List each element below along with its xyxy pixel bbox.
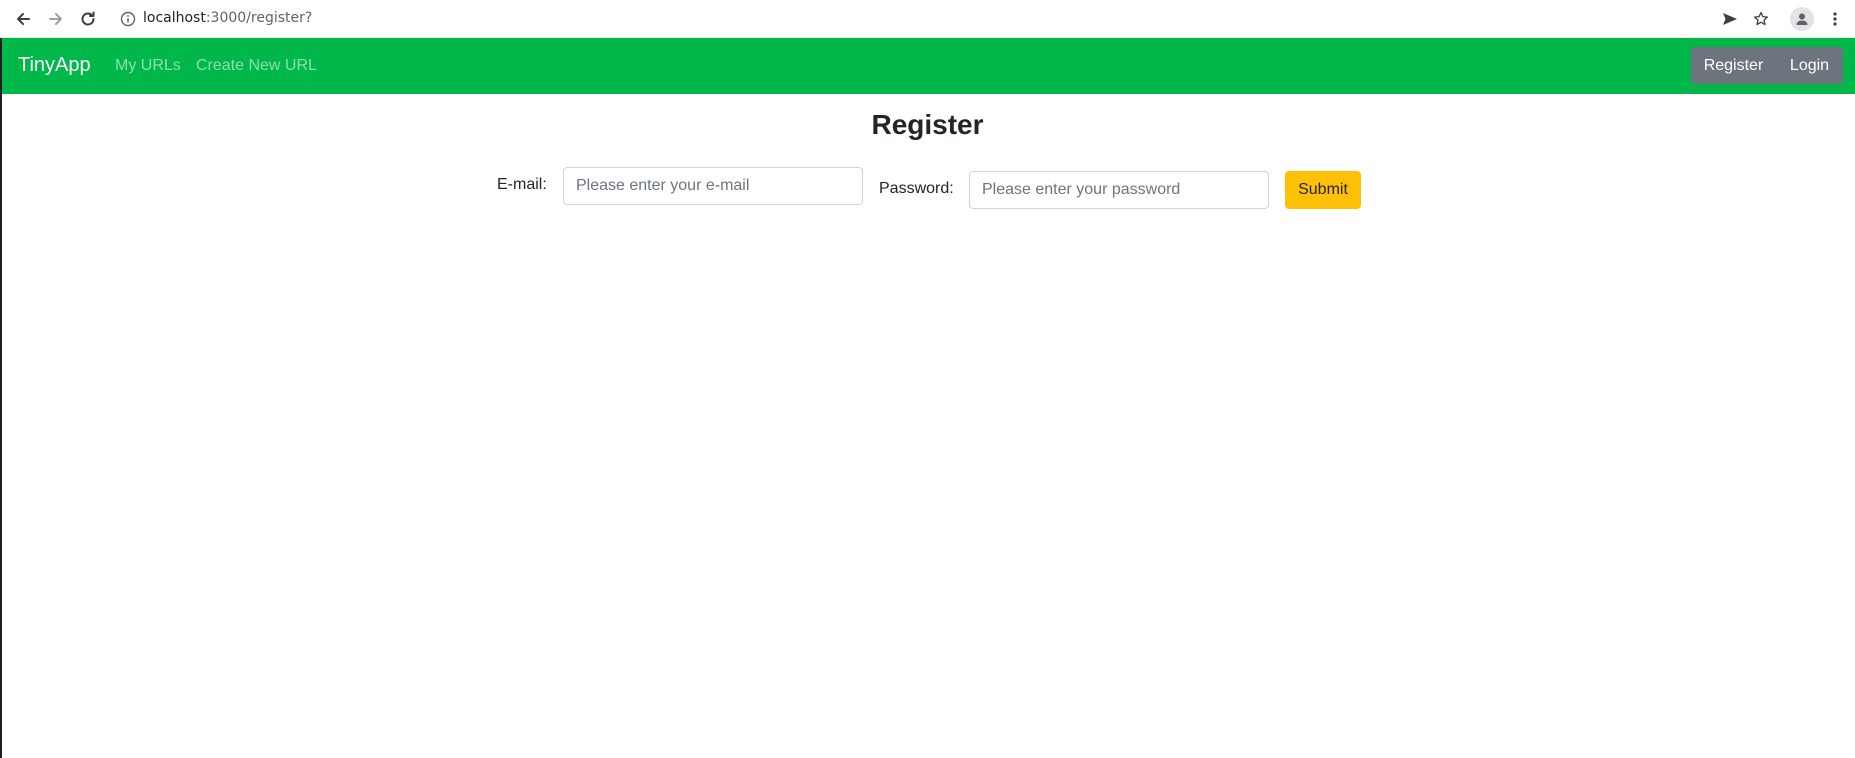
login-button[interactable]: Login [1776,47,1843,84]
forward-button[interactable] [44,7,68,31]
reload-button[interactable] [76,7,100,31]
bookmark-button[interactable] [1751,9,1771,29]
star-icon [1753,11,1769,26]
email-input[interactable] [563,167,863,205]
arrow-left-icon [17,13,30,25]
kebab-menu-icon [1833,12,1837,26]
url-path: :3000/register? [205,10,313,26]
arrow-right-icon [49,13,62,25]
submit-button[interactable]: Submit [1285,171,1361,209]
password-input[interactable] [969,171,1269,209]
profile-icon [1796,13,1808,25]
page-title: Register [871,109,984,140]
email-label: E-mail: [497,176,547,193]
url-host: localhost [143,10,206,26]
brand-link[interactable]: TinyApp [18,54,91,77]
browser-menu-button[interactable] [1823,7,1847,31]
profile-button[interactable] [1790,7,1814,31]
app-navbar: TinyApp My URLs Create New URL Register … [2,38,1855,94]
auth-button-group: Register Login [1691,47,1843,84]
reload-icon [81,11,95,26]
send-button[interactable] [1720,9,1740,29]
back-button[interactable] [11,7,35,31]
info-icon[interactable] [120,11,136,27]
nav-link-create-new-url[interactable]: Create New URL [196,57,317,75]
address-bar[interactable]: localhost:3000/register? [110,5,1780,33]
send-icon [1723,13,1737,25]
browser-toolbar: localhost:3000/register? [0,0,1855,38]
nav-link-my-urls[interactable]: My URLs [115,57,181,75]
window-edge [0,38,2,758]
register-button[interactable]: Register [1691,47,1776,84]
password-label: Password: [879,180,954,197]
url-text[interactable]: localhost:3000/register? [143,10,312,26]
